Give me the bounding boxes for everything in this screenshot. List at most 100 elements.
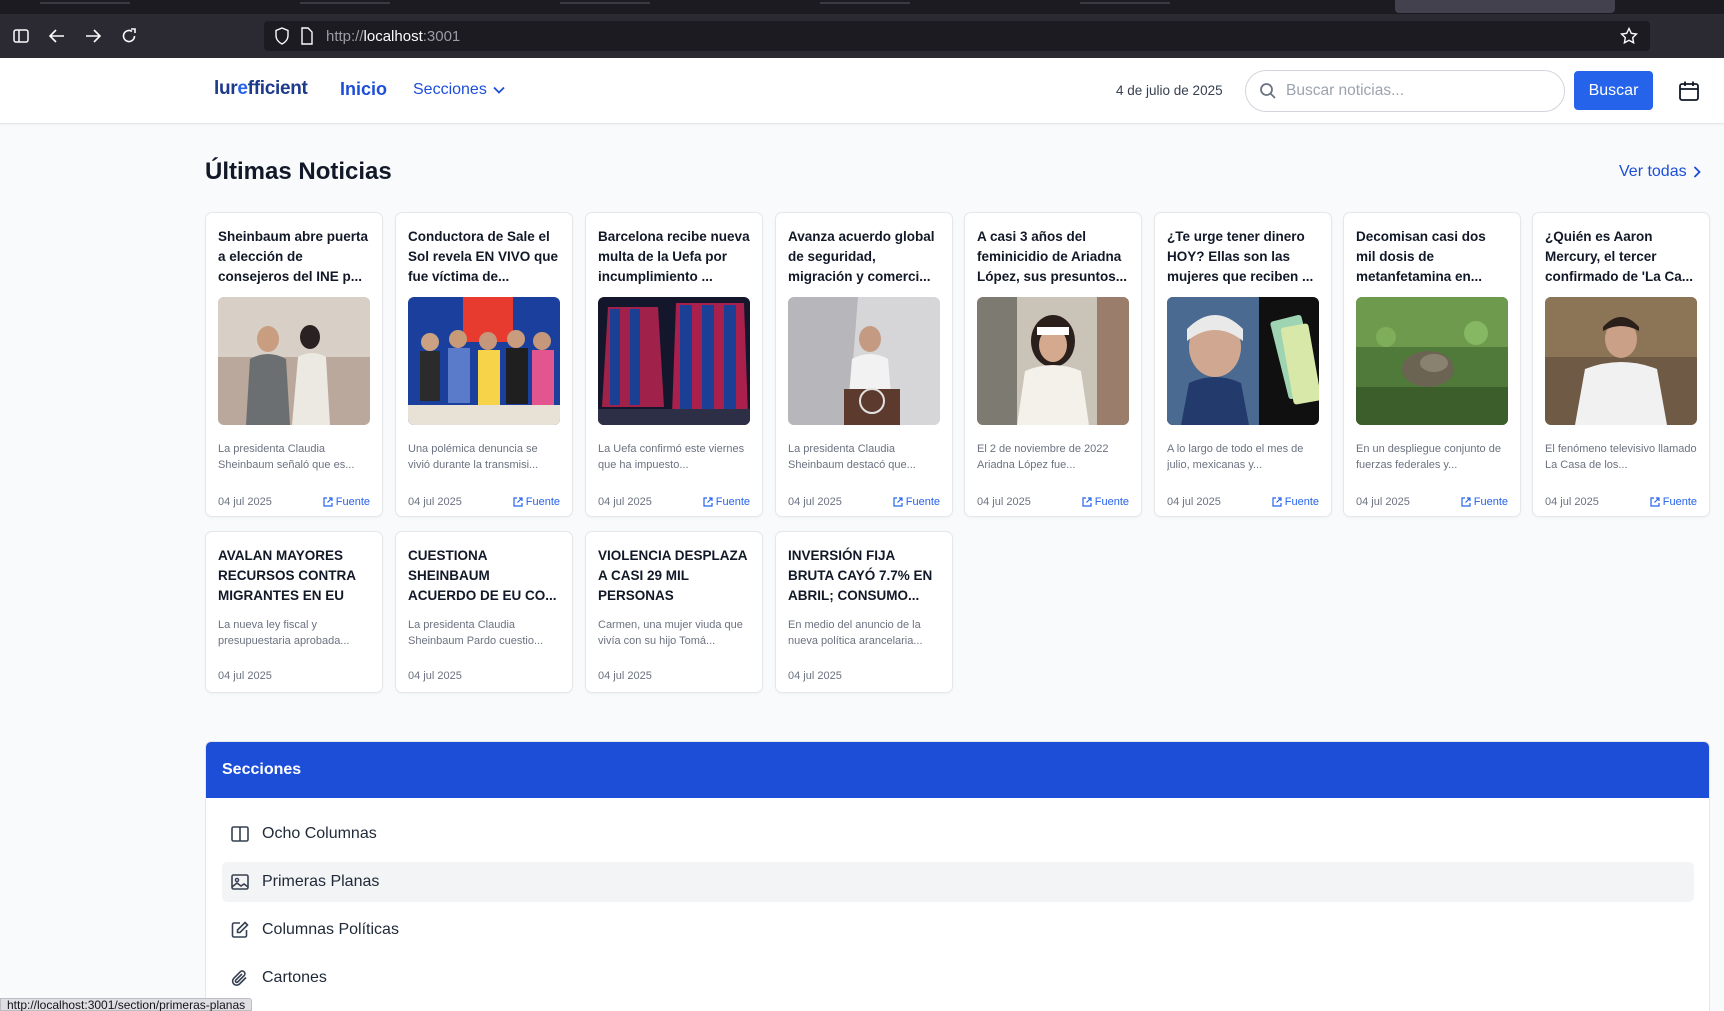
news-card-headline[interactable]: ¿Quién es Aaron Mercury, el tercer confi…: [1545, 227, 1697, 287]
browser-tab[interactable]: [40, 2, 130, 4]
section-item-label: Columnas Políticas: [262, 921, 399, 938]
news-card-date: 04 jul 2025: [788, 670, 842, 682]
news-card-image[interactable]: [1545, 297, 1697, 425]
back-icon[interactable]: [44, 23, 70, 49]
news-card-date: 04 jul 2025: [1356, 496, 1410, 508]
news-card[interactable]: Sheinbaum abre puerta a elección de cons…: [205, 212, 383, 517]
forward-icon[interactable]: [80, 23, 106, 49]
news-card-headline[interactable]: A casi 3 años del feminicidio de Ariadna…: [977, 227, 1129, 287]
search-box: [1245, 70, 1565, 112]
news-card-date: 04 jul 2025: [788, 496, 842, 508]
browser-tab[interactable]: [560, 2, 650, 4]
browser-tab[interactable]: [300, 2, 390, 4]
section-item-label: Primeras Planas: [262, 873, 380, 890]
external-link-icon: [703, 497, 713, 507]
news-card-headline[interactable]: AVALAN MAYORES RECURSOS CONTRA MIGRANTES…: [218, 546, 370, 606]
news-card-headline[interactable]: Sheinbaum abre puerta a elección de cons…: [218, 227, 370, 287]
section-item-cartones[interactable]: Cartones: [222, 958, 1694, 998]
news-card-headline[interactable]: VIOLENCIA DESPLAZA A CASI 29 MIL PERSONA…: [598, 546, 750, 606]
news-card-image[interactable]: [1167, 297, 1319, 425]
reload-icon[interactable]: [116, 23, 142, 49]
news-card-headline[interactable]: Decomisan casi dos mil dosis de metanfet…: [1356, 227, 1508, 287]
news-card[interactable]: VIOLENCIA DESPLAZA A CASI 29 MIL PERSONA…: [585, 531, 763, 693]
news-card-date: 04 jul 2025: [598, 496, 652, 508]
news-card-summary: En un despliegue conjunto de fuerzas fed…: [1356, 443, 1501, 471]
sidebar-toggle-icon[interactable]: [8, 23, 34, 49]
image-icon: [231, 874, 249, 890]
news-card[interactable]: Avanza acuerdo global de seguridad, migr…: [775, 212, 953, 517]
url-text[interactable]: http://localhost:3001: [326, 28, 460, 45]
chevron-down-icon: [493, 86, 505, 94]
news-card-source-link[interactable]: Fuente: [1650, 496, 1697, 508]
news-card-date: 04 jul 2025: [598, 670, 652, 682]
section-item-ocho-columnas[interactable]: Ocho Columnas: [222, 814, 1694, 854]
news-card-headline[interactable]: Avanza acuerdo global de seguridad, migr…: [788, 227, 940, 287]
news-card-image[interactable]: [977, 297, 1129, 425]
news-card-source-link[interactable]: Fuente: [703, 496, 750, 508]
shield-icon[interactable]: [274, 27, 290, 50]
sections-panel-header: Secciones: [206, 742, 1709, 798]
news-card-summary: En medio del anuncio de la nueva polític…: [788, 619, 923, 647]
news-card[interactable]: Barcelona recibe nueva multa de la Uefa …: [585, 212, 763, 517]
news-card-image[interactable]: [1356, 297, 1508, 425]
news-card-source-link[interactable]: Fuente: [1082, 496, 1129, 508]
news-card-source-link[interactable]: Fuente: [893, 496, 940, 508]
news-card[interactable]: A casi 3 años del feminicidio de Ariadna…: [964, 212, 1142, 517]
news-card-summary: La presidenta Claudia Sheinbaum señaló q…: [218, 443, 355, 471]
nav-inicio-link[interactable]: Inicio: [340, 79, 387, 100]
news-card-source-link[interactable]: Fuente: [1461, 496, 1508, 508]
search-input[interactable]: [1286, 80, 1546, 102]
sections-panel: Secciones Ocho Columnas Primeras Planas …: [205, 741, 1710, 1011]
search-button[interactable]: Buscar: [1574, 71, 1653, 110]
nav-secciones-label: Secciones: [413, 81, 487, 98]
news-card-image[interactable]: [218, 297, 370, 425]
external-link-icon: [1272, 497, 1282, 507]
external-link-icon: [513, 497, 523, 507]
news-card-date: 04 jul 2025: [408, 496, 462, 508]
see-all-link[interactable]: Ver todas: [1619, 163, 1701, 181]
news-card-date: 04 jul 2025: [977, 496, 1031, 508]
news-card-headline[interactable]: ¿Te urge tener dinero HOY? Ellas son las…: [1167, 227, 1319, 287]
external-link-icon: [1461, 497, 1471, 507]
news-card-headline[interactable]: Barcelona recibe nueva multa de la Uefa …: [598, 227, 750, 287]
news-card-image[interactable]: [408, 297, 560, 425]
news-card-date: 04 jul 2025: [1167, 496, 1221, 508]
news-card-summary: Una polémica denuncia se vivió durante l…: [408, 443, 539, 471]
news-card-image[interactable]: [598, 297, 750, 425]
link-status-bar: http://localhost:3001/section/primeras-p…: [0, 998, 253, 1011]
browser-tab[interactable]: [820, 2, 910, 4]
site-logo[interactable]: lurefficient: [214, 78, 308, 100]
news-card[interactable]: Decomisan casi dos mil dosis de metanfet…: [1343, 212, 1521, 517]
section-item-label: Ocho Columnas: [262, 825, 377, 842]
external-link-icon: [1082, 497, 1092, 507]
section-item-columnas-politicas[interactable]: Columnas Políticas: [222, 910, 1694, 950]
browser-toolbar: http://localhost:3001: [0, 14, 1724, 58]
news-card-summary: El fenómeno televisivo llamado La Casa d…: [1545, 443, 1697, 471]
news-card[interactable]: AVALAN MAYORES RECURSOS CONTRA MIGRANTES…: [205, 531, 383, 693]
calendar-icon[interactable]: [1676, 78, 1702, 104]
news-card[interactable]: CUESTIONA SHEINBAUM ACUERDO DE EU CO... …: [395, 531, 573, 693]
news-card-headline[interactable]: Conductora de Sale el Sol revela EN VIVO…: [408, 227, 560, 287]
news-card-source-link[interactable]: Fuente: [323, 496, 370, 508]
news-card[interactable]: Conductora de Sale el Sol revela EN VIVO…: [395, 212, 573, 517]
nav-secciones-dropdown[interactable]: Secciones: [413, 81, 505, 99]
browser-tab-active[interactable]: [1395, 0, 1615, 13]
news-card-image[interactable]: [788, 297, 940, 425]
news-card[interactable]: ¿Quién es Aaron Mercury, el tercer confi…: [1532, 212, 1710, 517]
bookmark-star-icon[interactable]: [1619, 26, 1639, 50]
address-bar[interactable]: http://localhost:3001: [264, 21, 1650, 51]
news-card-summary: El 2 de noviembre de 2022 Ariadna López …: [977, 443, 1109, 471]
sections-panel-title: Secciones: [222, 761, 302, 778]
news-card[interactable]: INVERSIÓN FIJA BRUTA CAYÓ 7.7% EN ABRIL;…: [775, 531, 953, 693]
news-card-headline[interactable]: INVERSIÓN FIJA BRUTA CAYÓ 7.7% EN ABRIL;…: [788, 546, 940, 606]
news-card-headline[interactable]: CUESTIONA SHEINBAUM ACUERDO DE EU CO...: [408, 546, 560, 606]
news-card-summary: La presidenta Claudia Sheinbaum Pardo cu…: [408, 619, 544, 647]
news-card-source-link[interactable]: Fuente: [1272, 496, 1319, 508]
news-card-summary: La nueva ley fiscal y presupuestaria apr…: [218, 619, 350, 647]
news-card-source-link[interactable]: Fuente: [513, 496, 560, 508]
browser-tab[interactable]: [1080, 2, 1170, 4]
site-header: lurefficient Inicio Secciones 4 de julio…: [0, 58, 1724, 124]
columns-icon: [231, 826, 249, 842]
news-card[interactable]: ¿Te urge tener dinero HOY? Ellas son las…: [1154, 212, 1332, 517]
section-item-primeras-planas[interactable]: Primeras Planas: [222, 862, 1694, 902]
